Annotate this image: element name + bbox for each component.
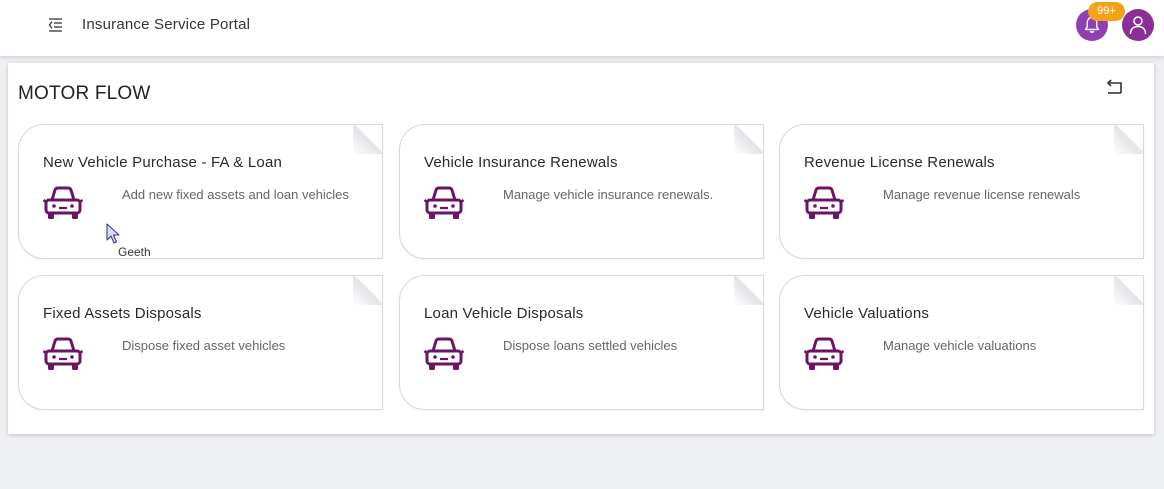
app-title: Insurance Service Portal [82, 16, 251, 33]
user-icon [1129, 16, 1147, 35]
card-vehicle-insurance-renewals[interactable]: Vehicle Insurance Renewals Manage vehicl… [399, 124, 764, 259]
card-vehicle-valuations[interactable]: Vehicle Valuations Manage vehicle valuat… [779, 275, 1144, 410]
top-bar: Insurance Service Portal 99+ [0, 0, 1164, 56]
card-description: Dispose fixed asset vehicles [122, 338, 286, 353]
card-loan-vehicle-disposals[interactable]: Loan Vehicle Disposals Dispose loans set… [399, 275, 764, 410]
card-corner-fold [734, 125, 763, 154]
notification-count-badge: 99+ [1088, 2, 1125, 21]
card-corner-fold [1114, 276, 1143, 305]
car-icon [42, 336, 84, 372]
car-icon [803, 336, 845, 372]
card-description: Manage vehicle insurance renewals. [503, 187, 714, 202]
card-description: Add new fixed assets and loan vehicles [122, 187, 349, 202]
car-icon [803, 185, 845, 221]
card-corner-fold [353, 276, 382, 305]
card-fixed-assets-disposals[interactable]: Fixed Assets Disposals Dispose fixed ass… [18, 275, 383, 410]
card-corner-fold [734, 276, 763, 305]
card-description: Manage vehicle valuations [883, 338, 1037, 353]
user-avatar-button[interactable] [1122, 9, 1154, 41]
card-title: New Vehicle Purchase - FA & Loan [43, 154, 283, 171]
card-corner-fold [1114, 125, 1143, 154]
return-icon[interactable] [1104, 77, 1126, 99]
mouse-pointer-icon [106, 223, 120, 250]
card-new-vehicle-purchase[interactable]: New Vehicle Purchase - FA & Loan Add new… [18, 124, 383, 259]
card-description: Dispose loans settled vehicles [503, 338, 678, 353]
card-corner-fold [353, 125, 382, 154]
card-title: Fixed Assets Disposals [43, 305, 202, 322]
car-icon [423, 336, 465, 372]
card-title: Loan Vehicle Disposals [424, 305, 584, 322]
car-icon [423, 185, 465, 221]
card-description: Manage revenue license renewals [883, 187, 1081, 202]
card-title: Revenue License Renewals [804, 154, 995, 171]
menu-collapse-icon[interactable] [46, 15, 66, 35]
card-title: Vehicle Valuations [804, 305, 930, 322]
motor-flow-panel: MOTOR FLOW New Vehicle Purchase - FA & L… [8, 63, 1154, 434]
car-icon [42, 185, 84, 221]
page-title: MOTOR FLOW [18, 83, 151, 104]
card-title: Vehicle Insurance Renewals [424, 154, 618, 171]
card-revenue-license-renewals[interactable]: Revenue License Renewals Manage revenue … [779, 124, 1144, 259]
hover-tooltip: Geeth [118, 245, 151, 259]
